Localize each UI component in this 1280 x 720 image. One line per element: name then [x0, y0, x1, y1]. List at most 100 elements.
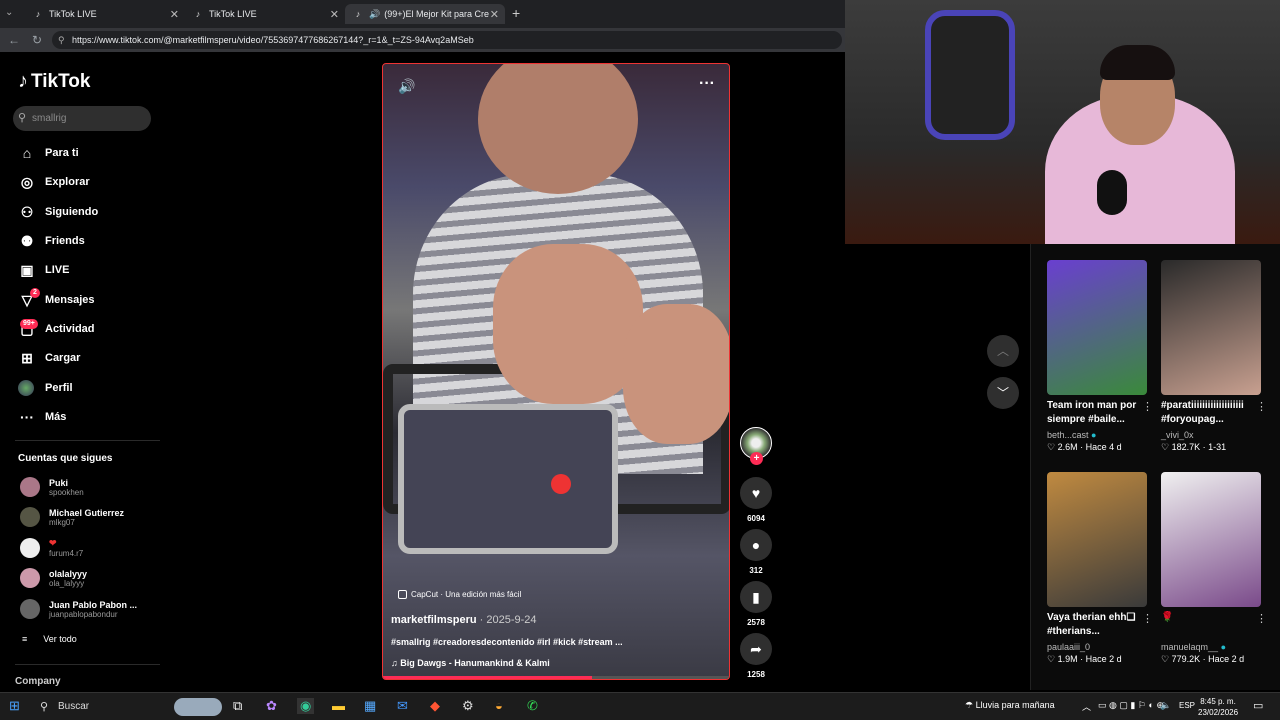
share-button[interactable]: ➦ 1258	[740, 633, 772, 679]
tiktok-logo[interactable]: ♪ TikTok	[18, 70, 90, 93]
avatar	[20, 477, 40, 497]
account-handle: spookhen	[49, 487, 84, 497]
following-accounts-title: Cuentas que sigues	[18, 453, 113, 464]
back-icon[interactable]: ←	[8, 33, 20, 47]
store-icon[interactable]: ▦	[364, 698, 376, 714]
volume-icon[interactable]: 🔊	[398, 78, 415, 95]
close-icon[interactable]: ✕	[330, 8, 339, 21]
more-options-icon[interactable]: ···	[699, 75, 715, 93]
tab-3-active[interactable]: ♪ 🔊 (99+)El Mejor Kit para Crear C ✕	[345, 4, 505, 24]
whatsapp-icon[interactable]: ✆	[527, 698, 538, 714]
close-icon[interactable]: ✕	[170, 8, 179, 21]
search-icon: ⚲	[40, 701, 49, 713]
tab-2[interactable]: ♪ TikTok LIVE ✕	[185, 4, 345, 24]
nav-cargar[interactable]: ⊞ Cargar	[18, 348, 80, 368]
reload-icon[interactable]: ↻	[32, 33, 42, 47]
video-thumbnail	[1161, 260, 1261, 395]
copilot-icon[interactable]: ✿	[266, 698, 277, 714]
close-icon[interactable]: ✕	[490, 8, 499, 21]
nav-explorar[interactable]: ◎ Explorar	[18, 172, 90, 192]
friends-icon: ⚉	[20, 232, 34, 249]
comment-button[interactable]: ● 312	[740, 529, 772, 575]
webcam-microphone	[1097, 170, 1127, 215]
news-widget-icon[interactable]	[174, 698, 222, 716]
windows-taskbar: ⊞ ⚲ Buscar ⧉ ✿ ◉ ▬ ▦ ✉ ◆ ⚙ ◒ ✆ ☂ Lluvia …	[0, 692, 1280, 720]
tab-list-icon[interactable]: ⌄	[5, 7, 13, 18]
url-field[interactable]: ⚲ https://www.tiktok.com/@marketfilmsper…	[52, 31, 842, 49]
verified-icon: ●	[1220, 642, 1226, 652]
weather-text: Lluvia para mañana	[975, 700, 1055, 710]
capcut-tag[interactable]: CapCut · Una edición más fácil	[398, 590, 521, 599]
account-item[interactable]: ❤ furum4.r7	[20, 538, 83, 558]
tab-1[interactable]: ♪ TikTok LIVE ✕	[25, 4, 185, 24]
account-item[interactable]: Puki spookhen	[20, 477, 84, 497]
upload-icon: ⊞	[21, 349, 33, 366]
nav-perfil[interactable]: Perfil	[18, 378, 73, 398]
site-info-icon[interactable]: ⚲	[58, 31, 65, 49]
nav-friends[interactable]: ⚉ Friends	[18, 231, 85, 251]
nav-label: Más	[45, 411, 67, 423]
video-frame-phone	[398, 404, 618, 554]
video-author: beth...cast ●	[1047, 430, 1097, 440]
more-icon[interactable]: ⋮	[1256, 612, 1267, 625]
search-input[interactable]: ⚲ smallrig	[13, 106, 151, 131]
video-player[interactable]: 🔊 ··· CapCut · Una edición más fácil mar…	[382, 63, 730, 680]
save-count: 2578	[747, 618, 765, 627]
video-author[interactable]: marketfilmsperu · 2025-9-24	[391, 614, 537, 626]
recommended-video[interactable]: ⋮ Team iron man por siempre #baile... be…	[1047, 260, 1157, 453]
account-handle: mlkg07	[49, 517, 75, 527]
weather-widget[interactable]: ☂ Lluvia para mañana	[965, 700, 1055, 711]
windows-start-icon[interactable]: ⊞	[9, 698, 20, 714]
more-icon[interactable]: ⋮	[1256, 400, 1267, 413]
video-author: paulaaiii_0	[1047, 642, 1091, 652]
save-button[interactable]: ▮ 2578	[740, 581, 772, 627]
chevron-up-icon: ︿	[996, 344, 1009, 358]
outlook-icon[interactable]: ✉	[397, 698, 408, 714]
see-all-button[interactable]: ≡ Ver todo	[22, 634, 77, 644]
recommended-video[interactable]: ⋮ Vaya therian ehh❑ #therians... paulaai…	[1047, 472, 1157, 665]
volume-icon[interactable]: 🔈	[1160, 700, 1171, 711]
compass-icon: ◎	[20, 173, 34, 190]
more-icon[interactable]: ⋮	[1142, 612, 1153, 625]
tray-icons[interactable]: ▭ ◍ ▢ ▮ ⚐ ◐ ⊕	[1098, 700, 1164, 711]
brave-icon[interactable]: ◆	[430, 698, 440, 714]
edge-icon[interactable]: ◉	[297, 698, 315, 714]
language-indicator[interactable]: ESP	[1179, 701, 1195, 710]
divider	[15, 440, 160, 441]
tray-expand-icon[interactable]: ︿	[1082, 700, 1091, 713]
settings-icon[interactable]: ⚙	[462, 698, 474, 714]
clock[interactable]: 8:45 p. m. 23/02/2026	[1198, 696, 1238, 718]
account-item[interactable]: Michael Gutierrez mlkg07	[20, 507, 124, 527]
nav-para-ti[interactable]: ⌂ Para ti	[18, 143, 79, 163]
video-caption[interactable]: #smallrig #creadoresdecontenido #irl #ki…	[391, 637, 623, 647]
recommended-video[interactable]: ⋮ #paratiiiiiiiiiiiiiiiiiii #foryoupag..…	[1161, 260, 1271, 453]
follow-plus-icon[interactable]: +	[750, 452, 763, 465]
nav-mensajes[interactable]: ▽ Mensajes 2	[18, 288, 95, 310]
notifications-icon[interactable]: ▭	[1253, 699, 1263, 712]
heart-icon: ♡	[1161, 442, 1170, 452]
nav-siguiendo[interactable]: ⚇ Siguiendo	[18, 202, 98, 222]
more-icon[interactable]: ⋮	[1142, 400, 1153, 413]
account-item[interactable]: Juan Pablo Pabon ... juanpablopabondur	[20, 599, 137, 619]
clock-date: 23/02/2026	[1198, 708, 1239, 717]
account-item[interactable]: olalalyyy ola_lalyyy	[20, 568, 87, 588]
nav-live[interactable]: ▣ LIVE	[18, 260, 69, 280]
search-icon: ⚲	[18, 112, 27, 124]
nav-label: Siguiendo	[45, 206, 99, 218]
previous-video-button[interactable]: ︿	[987, 335, 1019, 367]
app-icon[interactable]: ◒	[495, 698, 503, 713]
account-name: olalalyyy	[49, 568, 88, 579]
like-button[interactable]: ♥ 6094	[740, 477, 772, 523]
next-video-button[interactable]: ﹀	[987, 377, 1019, 409]
nav-mas[interactable]: ··· Más	[18, 407, 66, 427]
file-explorer-icon[interactable]: ▬	[332, 698, 345, 713]
progress-bar[interactable]	[383, 676, 729, 679]
video-thumbnail	[1161, 472, 1261, 607]
company-link[interactable]: Company	[15, 676, 61, 687]
task-view-icon[interactable]: ⧉	[233, 698, 242, 714]
recommended-video[interactable]: ⋮ 🌹 manuelaqm__ ● ♡ 779.2K · Hace 2 d	[1161, 472, 1271, 665]
nav-label: Cargar	[45, 352, 81, 364]
new-tab-icon[interactable]: +	[512, 5, 520, 21]
nav-actividad[interactable]: ▢Actividad 99+	[18, 319, 95, 339]
music-info[interactable]: ♫ Big Dawgs - Hanumankind & Kalmi	[391, 658, 550, 668]
